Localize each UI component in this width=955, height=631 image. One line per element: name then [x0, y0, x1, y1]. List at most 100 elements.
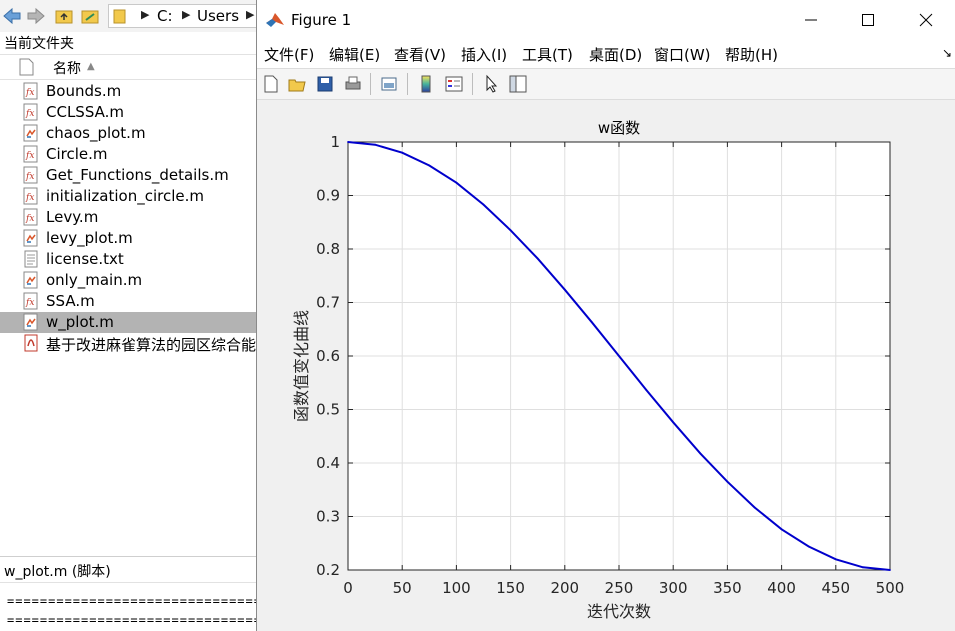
divider[interactable] — [0, 556, 258, 557]
print-icon[interactable] — [343, 74, 363, 94]
y-tick-label: 0.7 — [316, 294, 340, 312]
figure-canvas[interactable]: 0 50 100 150 200 250 300 350 400 450 500 0.2 0.3 0.4… — [257, 100, 955, 631]
path-segment[interactable]: Users — [197, 7, 239, 25]
x-tick-label: 400 — [767, 579, 796, 597]
menu-tools[interactable]: 工具(T) — [522, 44, 573, 65]
svg-text:fx: fx — [25, 214, 34, 224]
path-separator-icon: ▶ — [182, 8, 191, 21]
file-name: chaos_plot.m — [46, 124, 146, 142]
file-list-item[interactable]: fx Bounds.m — [0, 81, 258, 102]
menu-view[interactable]: 查看(V) — [394, 44, 446, 65]
file-name: CCLSSA.m — [46, 103, 125, 121]
file-list-item[interactable]: fx Circle.m — [0, 144, 258, 165]
x-tick-label: 50 — [393, 579, 412, 597]
svg-text:fx: fx — [25, 298, 34, 308]
menu-window[interactable]: 窗口(W) — [654, 44, 711, 65]
svg-text:fx: fx — [25, 88, 34, 98]
x-tick-label: 300 — [659, 579, 688, 597]
y-tick-label: 0.8 — [316, 240, 340, 258]
x-tick-label: 150 — [496, 579, 525, 597]
data-point — [591, 321, 593, 324]
y-tick-label: 0.2 — [316, 561, 340, 579]
figure-toolbar — [257, 68, 955, 100]
file-list-item[interactable]: 基于改进麻雀算法的园区综合能 — [0, 333, 258, 354]
file-name: initialization_circle.m — [46, 187, 204, 205]
path-segment[interactable]: C: — [157, 7, 173, 25]
file-list-item[interactable]: levy_plot.m — [0, 228, 258, 249]
function-file-icon: fx — [23, 187, 38, 205]
open-icon[interactable] — [287, 74, 307, 94]
property-editor-icon[interactable] — [508, 74, 528, 94]
file-list-item[interactable]: w_plot.m — [0, 312, 258, 333]
browse-folder-icon[interactable] — [80, 6, 100, 26]
legend-icon[interactable] — [444, 74, 464, 94]
sort-ascending-icon[interactable]: ▲ — [87, 61, 95, 72]
svg-text:fx: fx — [25, 193, 34, 203]
address-bar[interactable]: ▶ C: ▶ Users ▶ — [108, 4, 258, 28]
menu-edit[interactable]: 编辑(E) — [329, 44, 380, 65]
menu-bar: 文件(F) 编辑(E) 查看(V) 插入(I) 工具(T) 桌面(D) 窗口(W… — [257, 40, 955, 68]
minimize-icon[interactable] — [801, 10, 821, 30]
function-file-icon: fx — [23, 166, 38, 184]
file-list-item[interactable]: fx SSA.m — [0, 291, 258, 312]
file-list-item[interactable]: fx CCLSSA.m — [0, 102, 258, 123]
file-name: SSA.m — [46, 292, 95, 310]
file-list-item[interactable]: fx Levy.m — [0, 207, 258, 228]
chart-title: w函数 — [598, 119, 640, 137]
y-axis-label: 函数值变化曲线 — [292, 310, 311, 422]
function-file-icon: fx — [23, 103, 38, 121]
data-point — [347, 141, 349, 143]
pdf-file-icon — [24, 334, 38, 352]
data-point — [374, 143, 376, 146]
file-list-item[interactable]: chaos_plot.m — [0, 123, 258, 144]
menu-insert[interactable]: 插入(I) — [461, 44, 507, 65]
x-tick-label: 0 — [343, 579, 353, 597]
back-icon[interactable] — [2, 6, 22, 26]
new-figure-icon[interactable] — [261, 74, 281, 94]
file-list-item[interactable]: only_main.m — [0, 270, 258, 291]
data-point — [862, 566, 864, 569]
menu-file[interactable]: 文件(F) — [264, 44, 314, 65]
file-name: Get_Functions_details.m — [46, 166, 229, 184]
folder-icon — [113, 9, 126, 24]
data-point — [482, 203, 485, 206]
title-bar[interactable]: Figure 1 — [257, 0, 955, 40]
data-point — [401, 151, 404, 154]
maximize-icon[interactable] — [858, 10, 878, 30]
up-folder-icon[interactable] — [54, 6, 74, 26]
x-tick-label: 100 — [442, 579, 471, 597]
file-name: levy_plot.m — [46, 229, 133, 247]
save-icon[interactable] — [315, 74, 335, 94]
function-file-icon: fx — [23, 145, 38, 163]
menu-desktop[interactable]: 桌面(D) — [589, 44, 642, 65]
link-plot-icon[interactable] — [379, 74, 399, 94]
data-point — [509, 229, 512, 232]
data-point — [753, 506, 756, 509]
function-file-icon: fx — [23, 208, 38, 226]
file-name: 基于改进麻雀算法的园区综合能 — [46, 336, 257, 354]
data-point — [428, 164, 431, 167]
file-name: license.txt — [46, 250, 124, 268]
dock-arrow-icon[interactable]: ↘ — [942, 46, 952, 60]
file-list-item[interactable]: fx initialization_circle.m — [0, 186, 258, 207]
y-tick-labels: 0.2 0.3 0.4 0.5 0.6 0.7 0.8 0.9 1 — [316, 133, 340, 579]
function-file-icon: fx — [23, 292, 38, 310]
file-list-header: 名称 ▲ — [0, 54, 258, 80]
x-tick-label: 350 — [713, 579, 742, 597]
file-list-item[interactable]: license.txt — [0, 249, 258, 270]
text-file-icon — [24, 250, 38, 268]
forward-icon[interactable] — [26, 6, 46, 26]
colorbar-icon[interactable] — [416, 74, 436, 94]
data-point — [672, 421, 675, 424]
data-point — [645, 388, 647, 391]
file-name: Levy.m — [46, 208, 99, 226]
menu-help[interactable]: 帮助(H) — [725, 44, 778, 65]
data-point — [699, 452, 702, 455]
script-file-icon — [23, 271, 38, 289]
data-point — [536, 257, 539, 260]
close-icon[interactable] — [916, 10, 936, 30]
column-header-name[interactable]: 名称 — [53, 58, 81, 78]
pointer-icon[interactable] — [481, 74, 501, 94]
toolbar-separator — [370, 73, 371, 95]
file-list-item[interactable]: fx Get_Functions_details.m — [0, 165, 258, 186]
